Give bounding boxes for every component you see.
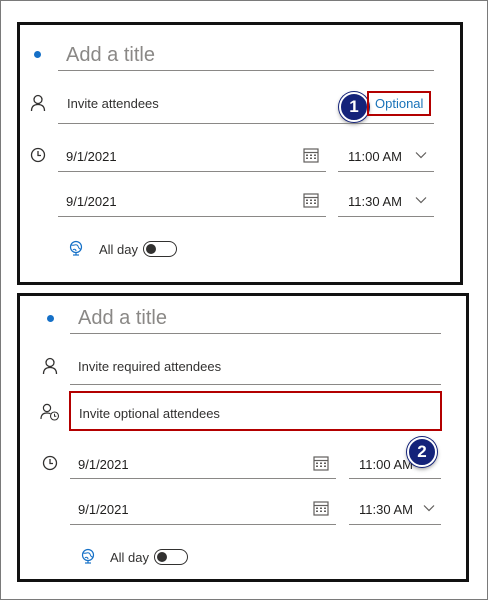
start-time-underline: [349, 478, 441, 479]
allday-label: All day: [99, 242, 139, 257]
step-badge-1: 1: [339, 92, 369, 122]
toggle-knob: [157, 551, 167, 562]
clock-icon: [42, 455, 58, 471]
end-time-underline: [349, 524, 441, 525]
globe-icon: [80, 548, 96, 564]
end-time-select[interactable]: 11:30 AM: [348, 194, 402, 209]
attendees-underline: [58, 123, 434, 124]
calendar-icon[interactable]: [313, 500, 329, 516]
title-input[interactable]: Add a title: [66, 44, 155, 67]
calendar-icon[interactable]: [303, 192, 319, 208]
event-form-collapsed: Add a title Invite attendees 1 Optional …: [17, 22, 463, 285]
allday-label: All day: [110, 550, 150, 565]
title-input[interactable]: Add a title: [78, 307, 167, 330]
start-time-select[interactable]: 11:00 AM: [359, 457, 413, 472]
step-badge-2: 2: [407, 437, 437, 467]
calendar-icon[interactable]: [303, 147, 319, 163]
end-time-select[interactable]: 11:30 AM: [359, 502, 413, 517]
allday-toggle[interactable]: [143, 241, 177, 257]
invite-required-input[interactable]: Invite required attendees: [78, 359, 221, 374]
title-marker-dot: [34, 51, 41, 58]
start-date-input[interactable]: 9/1/2021: [66, 149, 117, 164]
chevron-down-icon[interactable]: [423, 504, 435, 512]
person-icon: [30, 94, 46, 112]
start-date-underline: [58, 171, 326, 172]
invite-optional-input[interactable]: Invite optional attendees: [79, 406, 220, 421]
globe-icon: [68, 240, 84, 256]
start-date-underline: [70, 478, 336, 479]
toggle-knob: [146, 243, 156, 254]
invite-attendees-input[interactable]: Invite attendees: [67, 96, 159, 111]
calendar-icon[interactable]: [313, 455, 329, 471]
chevron-down-icon[interactable]: [415, 151, 427, 159]
end-date-input[interactable]: 9/1/2021: [78, 502, 129, 517]
event-form-expanded: Add a title Invite required attendees In…: [17, 293, 469, 582]
required-underline: [70, 384, 441, 385]
optional-person-icon: [40, 403, 60, 421]
allday-toggle[interactable]: [154, 549, 188, 565]
title-marker-dot: [47, 315, 54, 322]
optional-attendees-link[interactable]: Optional: [367, 91, 432, 116]
title-underline: [58, 70, 434, 71]
start-time-select[interactable]: 11:00 AM: [348, 149, 402, 164]
start-date-input[interactable]: 9/1/2021: [78, 457, 129, 472]
end-date-input[interactable]: 9/1/2021: [66, 194, 117, 209]
title-underline: [70, 333, 441, 334]
end-date-underline: [70, 524, 336, 525]
person-icon: [42, 357, 58, 375]
chevron-down-icon[interactable]: [415, 196, 427, 204]
end-time-underline: [338, 216, 434, 217]
end-date-underline: [58, 216, 326, 217]
clock-icon: [30, 147, 46, 163]
start-time-underline: [338, 171, 434, 172]
